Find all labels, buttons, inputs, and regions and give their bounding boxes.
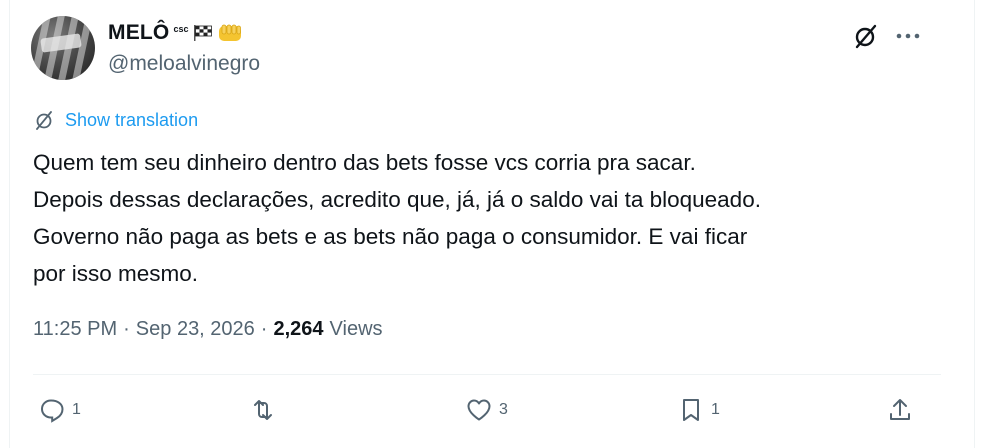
grok-icon[interactable] <box>852 22 880 50</box>
retweet-icon <box>254 400 272 420</box>
bookmark-button[interactable]: 1 <box>677 396 720 424</box>
tweet-text: Quem tem seu dinheiro dentro das bets fo… <box>33 144 933 292</box>
show-translation-link[interactable]: Show translation <box>33 109 198 131</box>
reply-count: 1 <box>72 401 81 418</box>
retweet-button[interactable] <box>249 396 283 424</box>
author-name-row[interactable]: MELÔ csc <box>108 18 243 48</box>
share-button[interactable] <box>886 396 914 424</box>
show-translation-label[interactable]: Show translation <box>65 110 198 131</box>
views-label: Views <box>329 318 383 340</box>
tweet-text-line: por isso mesmo. <box>33 261 199 286</box>
views-count: 2,264 <box>273 318 324 340</box>
author-display-name[interactable]: MELÔ <box>108 21 169 45</box>
author-name-badge: csc <box>173 24 189 34</box>
like-count: 3 <box>499 401 508 418</box>
author-handle[interactable]: @meloalvinegro <box>108 52 260 76</box>
tweet-metadata: 11:25 PM · Sep 23, 2026 · 2,264 Views <box>33 318 383 341</box>
like-button[interactable]: 3 <box>465 396 508 424</box>
translate-icon <box>36 111 52 130</box>
more-horizontal-icon[interactable] <box>894 26 922 46</box>
divider <box>33 374 941 375</box>
heart-icon <box>467 399 491 421</box>
meta-separator: · <box>260 318 268 340</box>
checkered-flag-icon <box>193 25 212 41</box>
reply-icon <box>40 399 64 423</box>
tweet-time[interactable]: 11:25 PM <box>33 318 117 341</box>
reply-button[interactable]: 1 <box>38 396 81 424</box>
bookmark-count: 1 <box>711 401 720 418</box>
bookmark-icon <box>683 399 699 421</box>
raised-fist-icon <box>218 24 241 41</box>
tweet-text-line: Quem tem seu dinheiro dentro das bets fo… <box>33 150 696 175</box>
avatar[interactable] <box>31 16 95 80</box>
tweet-date[interactable]: Sep 23, 2026 <box>136 318 255 341</box>
share-icon <box>890 399 910 420</box>
tweet-text-line: Governo não paga as bets e as bets não p… <box>33 224 748 249</box>
meta-separator: · <box>123 318 130 340</box>
tweet-text-line: Depois dessas declarações, acredito que,… <box>33 187 761 212</box>
